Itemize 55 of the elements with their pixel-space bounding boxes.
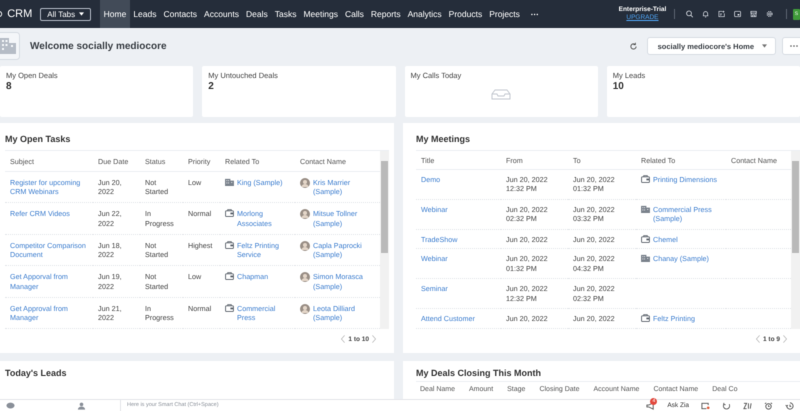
person-icon[interactable] [77, 402, 86, 410]
calendar-icon[interactable] [734, 9, 742, 19]
nav-tab[interactable]: Meetings [300, 0, 342, 28]
settings-icon[interactable] [766, 9, 774, 19]
nav-tab[interactable]: Tasks [271, 0, 300, 28]
nav-tab[interactable]: Projects [486, 0, 524, 28]
panel-title: Today's Leads [5, 368, 68, 378]
contact-avatar [300, 272, 310, 282]
panel-title: My Deals Closing This Month [416, 368, 542, 378]
panel-title: My Open Tasks [5, 134, 72, 144]
nav-tab[interactable]: Analytics [404, 0, 446, 28]
building-icon [225, 178, 234, 186]
add-note-icon[interactable] [718, 9, 726, 19]
welcome-title: Welcome socially mediocore [30, 40, 167, 52]
brand-name[interactable]: CRM [7, 8, 32, 20]
briefcase-icon [225, 209, 234, 218]
store-icon[interactable] [750, 9, 758, 19]
briefcase-icon [641, 314, 650, 322]
refresh-icon[interactable] [628, 42, 638, 50]
briefcase-icon [641, 175, 650, 183]
briefcase-icon [225, 304, 234, 312]
building-icon [641, 254, 650, 262]
megaphone-icon[interactable] [646, 402, 656, 410]
building-icon [641, 204, 650, 213]
nav-tab[interactable]: Leads [130, 0, 160, 28]
briefcase-icon [225, 272, 234, 280]
stat-value: 2 [208, 81, 215, 92]
briefcase-icon [641, 234, 650, 243]
scrollbar[interactable] [791, 151, 800, 329]
panel-title: My Meetings [416, 134, 472, 144]
empty-tray-icon [491, 89, 512, 100]
search-icon[interactable] [686, 9, 693, 19]
nav-tab[interactable]: Reports [367, 0, 404, 28]
nav-tab[interactable]: Contacts [160, 0, 201, 28]
contact-avatar [300, 209, 310, 220]
more-icon[interactable] [531, 12, 539, 16]
nav-tab[interactable]: Deals [242, 0, 272, 28]
history-icon[interactable] [785, 402, 794, 410]
stat-value: 10 [612, 81, 625, 92]
stat-value: 8 [6, 81, 13, 92]
alarm-clock-icon[interactable] [764, 402, 773, 410]
scrollbar[interactable] [380, 151, 389, 329]
all-tabs-dropdown[interactable]: All Tabs [40, 8, 92, 20]
nav-tab[interactable]: Accounts [200, 0, 242, 28]
contact-avatar [300, 304, 310, 314]
bell-icon[interactable] [702, 9, 709, 19]
briefcase-icon [225, 240, 234, 249]
caret-icon [79, 12, 84, 16]
caret-icon [762, 44, 767, 48]
chat-bubble-icon[interactable] [6, 402, 15, 410]
contact-avatar [300, 240, 310, 251]
nav-tab[interactable]: Calls [341, 0, 368, 28]
contact-avatar [300, 178, 310, 188]
nav-tab[interactable]: Home [100, 0, 130, 28]
nav-tab[interactable]: Products [445, 0, 486, 28]
